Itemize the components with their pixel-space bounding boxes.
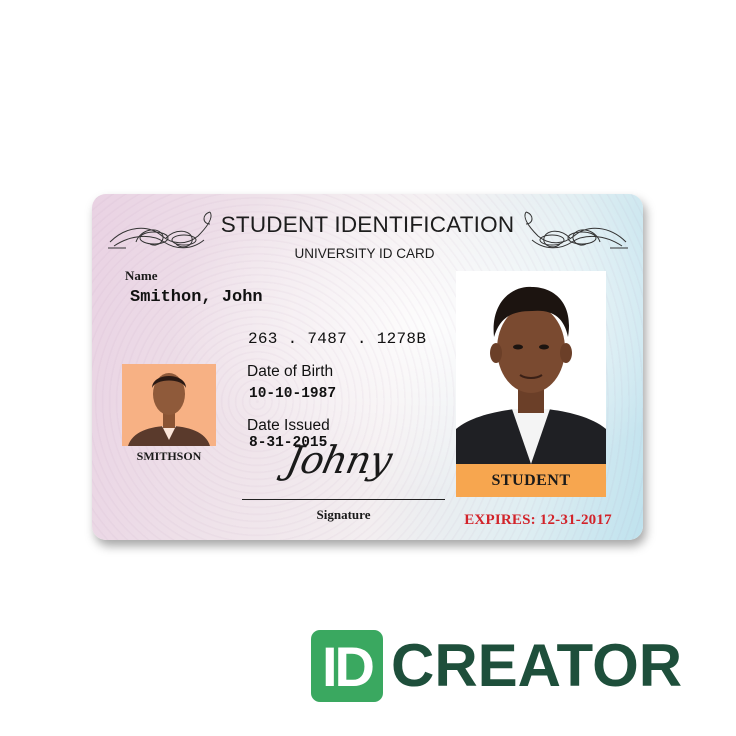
signature-label: Signature — [316, 507, 371, 522]
logo-creator-text: CREATOR — [391, 632, 683, 699]
student-id-card: STUDENT IDENTIFICATION UNIVERSITY ID CAR… — [92, 194, 643, 540]
dob-value: 10-10-1987 — [249, 386, 337, 402]
idcreator-logo: ID CREATOR — [311, 630, 701, 706]
signature-line — [242, 499, 445, 500]
logo-id-text: ID — [322, 635, 375, 698]
student-role-badge: STUDENT — [456, 464, 606, 497]
card-subtitle: UNIVERSITY ID CARD — [294, 246, 435, 261]
id-number: 263 . 7487 . 1278B — [248, 330, 427, 348]
small-student-photo — [122, 364, 216, 446]
card-title: STUDENT IDENTIFICATION — [220, 212, 515, 237]
small-photo-caption: SMITHSON — [136, 449, 202, 463]
student-photo — [456, 271, 606, 464]
issued-label: Date Issued — [247, 417, 330, 434]
handwritten-signature: Johny — [282, 438, 396, 482]
dob-label: Date of Birth — [247, 363, 334, 380]
name-value: Smithon, John — [130, 288, 263, 307]
name-label: Name — [125, 268, 158, 283]
expiration-date: EXPIRES: 12-31-2017 — [464, 512, 612, 528]
